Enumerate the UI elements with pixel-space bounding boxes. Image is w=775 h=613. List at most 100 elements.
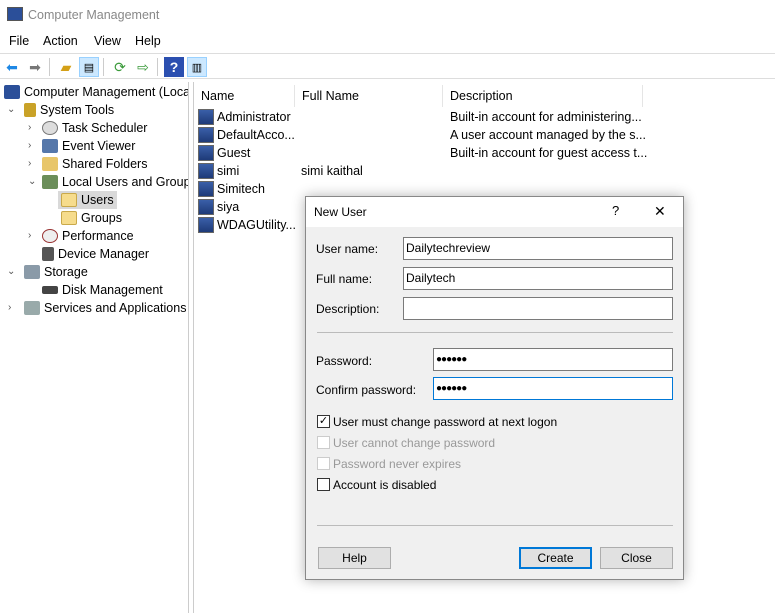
user-name: simi (217, 164, 240, 178)
export-list-icon[interactable]: ⇨ (133, 57, 153, 77)
chevron-down-icon[interactable]: ⌄ (7, 266, 15, 277)
divider (317, 525, 673, 526)
folder-icon (61, 193, 77, 207)
full-name-input[interactable]: Dailytech (403, 267, 673, 290)
chevron-right-icon[interactable]: › (28, 122, 31, 133)
refresh-icon[interactable]: ⟳ (110, 57, 130, 77)
user-name-input[interactable]: Dailytechreview (403, 237, 673, 260)
tree-item-computer-management[interactable]: Computer Management (Local (4, 83, 188, 101)
description-input[interactable] (403, 297, 673, 320)
user-icon (198, 217, 214, 233)
console-tree: Computer Management (Local ⌄ System Tool… (0, 82, 189, 613)
table-row[interactable]: Administrator (198, 108, 291, 126)
user-name: Guest (217, 146, 251, 160)
menu-view[interactable]: View (94, 34, 121, 48)
user-name: DefaultAcco... (217, 128, 295, 142)
chevron-right-icon[interactable]: › (8, 302, 11, 313)
dialog-close-icon[interactable]: ✕ (654, 203, 666, 220)
confirm-password-label: Confirm password: (316, 383, 417, 397)
table-row[interactable]: Simitech (198, 180, 265, 198)
password-label: Password: (316, 354, 373, 368)
dialog-help-icon[interactable]: ? (612, 203, 619, 218)
table-row[interactable]: siya (198, 198, 239, 216)
tree-item-task-scheduler[interactable]: Task Scheduler (42, 119, 147, 137)
help-button[interactable]: Help (318, 547, 391, 569)
clock-icon (42, 121, 58, 135)
chevron-right-icon[interactable]: › (28, 158, 31, 169)
user-description: Built-in account for guest access t... (450, 146, 648, 160)
user-description: A user account managed by the s... (450, 128, 646, 142)
account-disabled-label[interactable]: Account is disabled (333, 478, 436, 492)
menu-action[interactable]: Action (43, 34, 78, 48)
tree-item-storage[interactable]: Storage (24, 263, 88, 281)
help-icon[interactable]: ? (164, 57, 184, 77)
column-header-name[interactable]: Name (194, 85, 295, 107)
tree-item-performance[interactable]: Performance (42, 227, 134, 245)
password-never-expires-checkbox (317, 457, 330, 470)
user-icon (198, 127, 214, 143)
toolbar-separator (103, 58, 104, 76)
create-button[interactable]: Create (519, 547, 592, 569)
back-icon[interactable]: ⬅ (2, 57, 22, 77)
table-row[interactable]: DefaultAcco... (198, 126, 295, 144)
user-name: siya (217, 200, 240, 214)
up-folder-icon[interactable]: ▰ (56, 57, 76, 77)
user-name-label: User name: (316, 242, 379, 256)
tree-item-shared-folders[interactable]: Shared Folders (42, 155, 147, 173)
toolbar-separator (49, 58, 50, 76)
confirm-password-input[interactable]: ●●●●●● (433, 377, 673, 400)
account-disabled-checkbox[interactable] (317, 478, 330, 491)
tools-icon (24, 103, 36, 117)
user-description: Built-in account for administering... (450, 110, 642, 124)
show-hide-tree-icon[interactable]: ▤ (79, 57, 99, 77)
must-change-password-label[interactable]: User must change password at next logon (333, 415, 557, 429)
disk-icon (42, 286, 58, 294)
tree-item-system-tools[interactable]: System Tools (24, 101, 114, 119)
user-icon (198, 163, 214, 179)
tree-item-services-and-applications[interactable]: Services and Applications (24, 299, 186, 317)
dialog-title: New User (314, 205, 367, 219)
tree-item-local-users-and-groups[interactable]: Local Users and Groups (42, 173, 188, 191)
password-never-expires-label: Password never expires (333, 457, 462, 471)
description-label: Description: (316, 302, 380, 316)
tree-item-device-manager[interactable]: Device Manager (42, 245, 149, 263)
forward-icon[interactable]: ➡ (25, 57, 45, 77)
tree-item-event-viewer[interactable]: Event Viewer (42, 137, 135, 155)
user-name: Administrator (217, 110, 291, 124)
chevron-down-icon[interactable]: ⌄ (7, 104, 15, 115)
table-row[interactable]: simi (198, 162, 239, 180)
show-action-pane-icon[interactable]: ▥ (187, 57, 207, 77)
folder-icon (61, 211, 77, 225)
performance-icon (42, 229, 58, 243)
title-bar: Computer Management (0, 0, 775, 30)
users-group-icon (42, 175, 58, 189)
table-row[interactable]: WDAGUtility... (198, 216, 296, 234)
toolbar: ⬅ ➡ ▰ ▤ ⟳ ⇨ ? ▥ (0, 53, 775, 79)
shared-folder-icon (42, 157, 58, 171)
user-icon (198, 109, 214, 125)
column-header-description[interactable]: Description (443, 85, 643, 107)
cannot-change-password-checkbox (317, 436, 330, 449)
chevron-down-icon[interactable]: ⌄ (28, 176, 36, 187)
close-button[interactable]: Close (600, 547, 673, 569)
menu-file[interactable]: File (9, 34, 29, 48)
tree-item-groups[interactable]: Groups (61, 209, 122, 227)
must-change-password-checkbox[interactable]: ✓ (317, 415, 330, 428)
table-row[interactable]: Guest (198, 144, 250, 162)
dialog-title-bar: New User ? ✕ (306, 197, 683, 227)
storage-icon (24, 265, 40, 279)
divider (317, 332, 673, 333)
menu-help[interactable]: Help (135, 34, 161, 48)
user-icon (198, 181, 214, 197)
new-user-dialog: New User ? ✕ User name: Dailytechreview … (305, 196, 684, 580)
chevron-right-icon[interactable]: › (28, 140, 31, 151)
column-header-full-name[interactable]: Full Name (295, 85, 443, 107)
user-icon (198, 145, 214, 161)
tree-item-users[interactable]: Users (58, 191, 117, 209)
chevron-right-icon[interactable]: › (28, 230, 31, 241)
toolbar-separator (157, 58, 158, 76)
tree-item-disk-management[interactable]: Disk Management (42, 281, 163, 299)
password-input[interactable]: ●●●●●● (433, 348, 673, 371)
device-manager-icon (42, 247, 54, 261)
menu-bar: File Action View Help (0, 30, 775, 52)
